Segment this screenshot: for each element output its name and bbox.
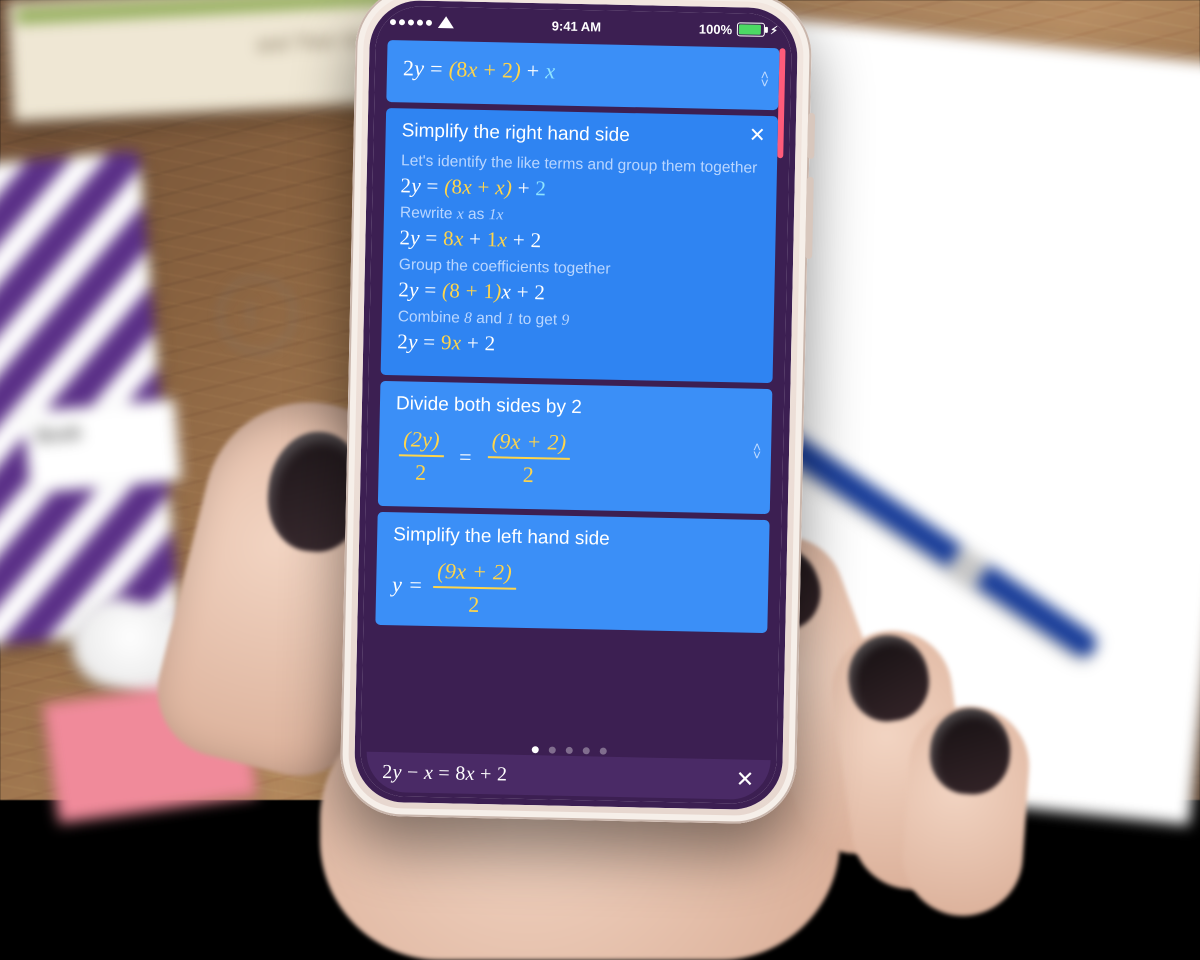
iphone-device: 9:41 AM 100% ⚡︎ 2y = (8x + 2) + x ˄˅ Sim…	[339, 0, 812, 825]
battery-icon	[737, 22, 765, 37]
collapse-step-button[interactable]: ✕	[749, 125, 766, 145]
notebook-label: Book	[35, 422, 82, 449]
simplify-lhs-title: Simplify the left hand side	[393, 524, 753, 554]
signal-dots-icon	[390, 19, 432, 26]
app-screen: 9:41 AM 100% ⚡︎ 2y = (8x + 2) + x ˄˅ Sim…	[360, 6, 792, 805]
expand-chevron-icon[interactable]: ˄˅	[761, 71, 770, 87]
charging-bolt-icon: ⚡︎	[770, 23, 778, 36]
power-ring-mark	[218, 276, 296, 354]
step-card-original[interactable]: 2y = (8x + 2) + x ˄˅	[386, 40, 779, 110]
pager-dot[interactable]	[582, 747, 589, 754]
dismiss-problem-button[interactable]: ✕	[735, 766, 754, 792]
substep-equation: 2y = 9x + 2	[397, 328, 757, 362]
pager-dot[interactable]	[548, 746, 555, 753]
pager-dot[interactable]	[565, 747, 572, 754]
solution-steps-scroll[interactable]: 2y = (8x + 2) + x ˄˅ Simplify the right …	[373, 40, 779, 742]
pager-dot[interactable]	[599, 748, 606, 755]
volume-up-button[interactable]	[807, 113, 815, 159]
problem-equation: 2y − x = 8x + 2	[382, 760, 508, 788]
ios-status-bar: 9:41 AM 100% ⚡︎	[376, 6, 792, 43]
pager-dot[interactable]	[531, 746, 538, 753]
substep-equation: 2y = 8x + 1x + 2	[399, 224, 759, 258]
equation-original: 2y = (8x + 2) + x	[403, 54, 763, 89]
step-card-simplify-rhs: Simplify the right hand side ✕ Let's ide…	[381, 107, 779, 382]
equation-divide: (2y) 2 = (9x + 2) 2	[394, 425, 755, 494]
status-time: 9:41 AM	[552, 18, 602, 34]
step-card-simplify-lhs[interactable]: Simplify the left hand side y = (9x + 2)…	[375, 511, 769, 632]
divide-title: Divide both sides by 2	[396, 393, 756, 423]
battery-percent: 100%	[699, 21, 733, 37]
problem-bar[interactable]: 2y − x = 8x + 2 ✕	[366, 752, 771, 800]
equation-simplify-lhs: y = (9x + 2) 2	[392, 556, 753, 625]
wifi-icon	[438, 16, 454, 28]
substep-equation: 2y = (8 + 1)x + 2	[398, 276, 758, 310]
substep-equation: 2y = (8x + x) + 2	[400, 172, 760, 206]
step-card-divide[interactable]: Divide both sides by 2 (2y) 2 = (9x + 2)…	[378, 380, 773, 513]
step-title: Simplify the right hand side	[401, 120, 761, 150]
expand-chevron-icon[interactable]: ˄˅	[753, 443, 762, 459]
